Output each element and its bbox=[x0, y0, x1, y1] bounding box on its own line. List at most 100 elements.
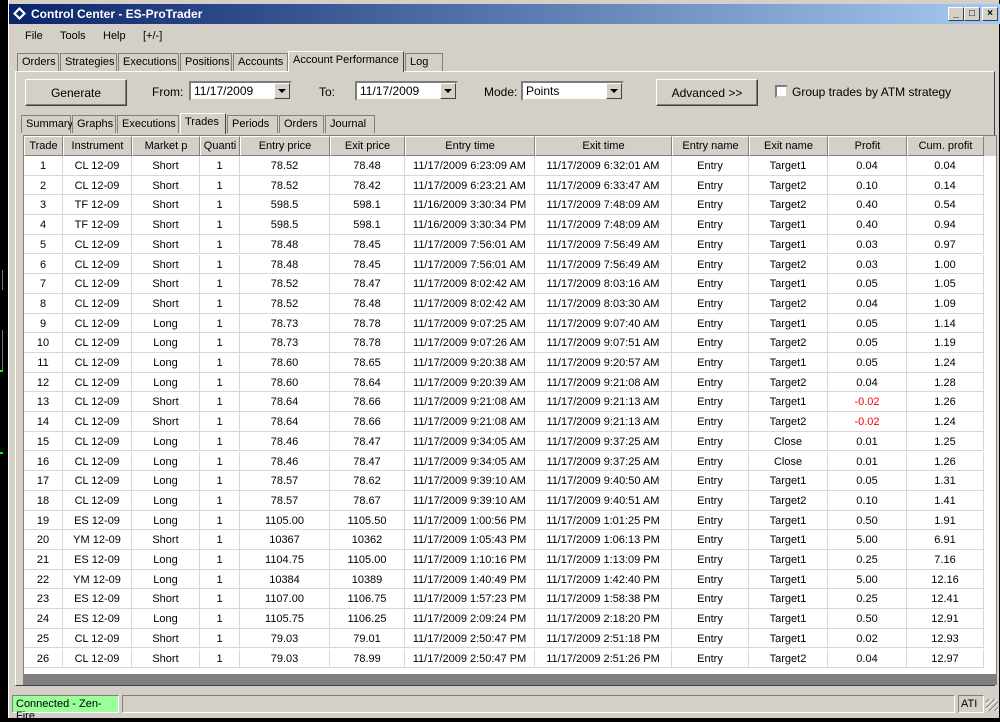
column-header-entry-time[interactable]: Entry time bbox=[405, 136, 535, 156]
cell-entry-name: Entry bbox=[672, 195, 749, 216]
close-button[interactable]: × bbox=[982, 7, 998, 21]
resize-grip-icon[interactable] bbox=[986, 699, 998, 711]
table-row[interactable]: 6 CL 12-09 Short 1 78.48 78.45 11/17/2009 7:56… bbox=[24, 254, 996, 275]
table-row[interactable]: 17 CL 12-09 Long 1 78.57 78.62 11/17/2009 9:39… bbox=[24, 471, 996, 491]
cell-exit-time: 11/17/2009 7:48:09 AM bbox=[535, 215, 672, 235]
minimize-button[interactable]: _ bbox=[948, 7, 964, 21]
cell-profit: 0.04 bbox=[828, 293, 907, 314]
column-header-market-position[interactable]: Market p bbox=[132, 136, 200, 156]
cell-quantity: 1 bbox=[200, 451, 240, 472]
subtab-executions[interactable]: Executions bbox=[117, 115, 179, 133]
advanced-button[interactable]: Advanced >> bbox=[656, 79, 758, 106]
table-row[interactable]: 10 CL 12-09 Long 1 78.73 78.78 11/17/2009 9:07… bbox=[24, 333, 996, 353]
table-row[interactable]: 20 YM 12-09 Short 1 10367 10362 11/17/2009 1:0… bbox=[24, 530, 996, 550]
cell-market-position: Short bbox=[132, 195, 200, 216]
table-row[interactable]: 25 CL 12-09 Short 1 79.03 79.01 11/17/2009 2:5… bbox=[24, 628, 996, 649]
cell-exit-name: Target1 bbox=[749, 234, 828, 255]
subtab-trades[interactable]: Trades bbox=[180, 113, 226, 134]
column-header-exit-time[interactable]: Exit time bbox=[535, 136, 672, 156]
generate-button[interactable]: Generate bbox=[25, 79, 127, 106]
column-header-exit-name[interactable]: Exit name bbox=[749, 136, 828, 156]
subtab-journal[interactable]: Journal bbox=[325, 115, 375, 133]
cell-entry-name: Entry bbox=[672, 353, 749, 373]
table-row[interactable]: 13 CL 12-09 Short 1 78.64 78.66 11/17/2009 9:2… bbox=[24, 392, 996, 413]
cell-quantity: 1 bbox=[200, 156, 240, 176]
table-row[interactable]: 12 CL 12-09 Long 1 78.60 78.64 11/17/2009 9:20… bbox=[24, 372, 996, 393]
table-row[interactable]: 24 ES 12-09 Long 1 1105.75 1106.25 11/17/2009 … bbox=[24, 609, 996, 629]
table-row[interactable]: 2 CL 12-09 Short 1 78.52 78.42 11/17/2009 6:23… bbox=[24, 175, 996, 196]
menu-file[interactable]: File bbox=[25, 30, 43, 42]
menu-help[interactable]: Help bbox=[103, 30, 126, 42]
cell-exit-time: 11/17/2009 9:40:50 AM bbox=[535, 471, 672, 491]
cell-exit-price: 78.99 bbox=[330, 648, 405, 669]
maximize-button[interactable]: □ bbox=[964, 7, 980, 21]
tab-orders[interactable]: Orders bbox=[17, 53, 59, 71]
table-row[interactable]: 1 CL 12-09 Short 1 78.52 78.48 11/17/2009 6:23… bbox=[24, 156, 996, 176]
table-row[interactable]: 8 CL 12-09 Short 1 78.52 78.48 11/17/2009 8:02… bbox=[24, 293, 996, 314]
title-bar[interactable]: Control Center - ES-ProTrader _ □ × bbox=[9, 4, 1000, 24]
chevron-down-icon[interactable] bbox=[274, 83, 290, 99]
column-header-cum-profit[interactable]: Cum. profit bbox=[907, 136, 984, 156]
cell-exit-price: 598.1 bbox=[330, 195, 405, 216]
table-row[interactable]: 7 CL 12-09 Short 1 78.52 78.47 11/17/2009 8:02… bbox=[24, 274, 996, 294]
cell-exit-name: Target2 bbox=[749, 254, 828, 275]
mode-select[interactable]: Points bbox=[521, 81, 624, 101]
cell-instrument: CL 12-09 bbox=[63, 648, 132, 669]
cell-entry-price: 78.60 bbox=[240, 372, 330, 393]
from-date-picker[interactable]: 11/17/2009 bbox=[189, 81, 292, 101]
table-row[interactable]: 9 CL 12-09 Long 1 78.73 78.78 11/17/2009 9:07:… bbox=[24, 313, 996, 334]
to-date-picker[interactable]: 11/17/2009 bbox=[355, 81, 458, 101]
cell-market-position: Short bbox=[132, 175, 200, 196]
cell-market-position: Long bbox=[132, 490, 200, 511]
table-row[interactable]: 21 ES 12-09 Long 1 1104.75 1105.00 11/17/2009 … bbox=[24, 550, 996, 570]
cell-exit-time: 11/17/2009 1:42:40 PM bbox=[535, 569, 672, 590]
tab-executions[interactable]: Executions bbox=[118, 53, 179, 71]
tab-positions[interactable]: Positions bbox=[180, 53, 232, 71]
table-row[interactable]: 18 CL 12-09 Long 1 78.57 78.67 11/17/2009 9:39… bbox=[24, 490, 996, 511]
subtab-periods[interactable]: Periods bbox=[227, 115, 278, 133]
tab-log[interactable]: Log bbox=[405, 53, 443, 71]
cell-entry-price: 79.03 bbox=[240, 648, 330, 669]
chevron-down-icon[interactable] bbox=[606, 83, 622, 99]
group-trades-checkbox[interactable] bbox=[775, 85, 788, 98]
horizontal-scrollbar[interactable] bbox=[23, 675, 997, 685]
column-header-profit[interactable]: Profit bbox=[828, 136, 907, 156]
menu-toggle[interactable]: [+/-] bbox=[143, 30, 162, 42]
table-row[interactable]: 22 YM 12-09 Long 1 10384 10389 11/17/2009 1:40… bbox=[24, 569, 996, 590]
chevron-down-icon[interactable] bbox=[440, 83, 456, 99]
cell-trade: 3 bbox=[24, 195, 63, 216]
column-header-trade[interactable]: Trade bbox=[24, 136, 63, 156]
table-row[interactable]: 23 ES 12-09 Short 1 1107.00 1106.75 11/17/2009… bbox=[24, 589, 996, 610]
tab-accounts[interactable]: Accounts bbox=[233, 53, 288, 71]
cell-market-position: Short bbox=[132, 628, 200, 649]
column-header-quantity[interactable]: Quanti bbox=[200, 136, 240, 156]
cell-exit-price: 78.78 bbox=[330, 313, 405, 334]
table-row[interactable]: 16 CL 12-09 Long 1 78.46 78.47 11/17/2009 9:34… bbox=[24, 451, 996, 472]
cell-cum-profit: 6.91 bbox=[907, 530, 984, 550]
tab-account-performance[interactable]: Account Performance bbox=[288, 51, 404, 72]
cell-exit-time: 11/17/2009 9:20:57 AM bbox=[535, 353, 672, 373]
menu-tools[interactable]: Tools bbox=[60, 30, 86, 42]
cell-entry-time: 11/17/2009 1:05:43 PM bbox=[405, 530, 535, 550]
table-row[interactable]: 11 CL 12-09 Long 1 78.60 78.65 11/17/2009 9:20… bbox=[24, 353, 996, 373]
cell-entry-name: Entry bbox=[672, 333, 749, 353]
cell-trade: 22 bbox=[24, 569, 63, 590]
tab-strategies[interactable]: Strategies bbox=[60, 53, 117, 71]
table-row[interactable]: 19 ES 12-09 Long 1 1105.00 1105.50 11/17/2009 … bbox=[24, 510, 996, 531]
table-row[interactable]: 26 CL 12-09 Short 1 79.03 78.99 11/17/2009 2:5… bbox=[24, 648, 996, 669]
subtab-orders[interactable]: Orders bbox=[279, 115, 324, 133]
table-row[interactable]: 14 CL 12-09 Short 1 78.64 78.66 11/17/2009 9:2… bbox=[24, 412, 996, 432]
table-row[interactable]: 5 CL 12-09 Short 1 78.48 78.45 11/17/2009 7:56… bbox=[24, 234, 996, 255]
column-header-entry-price[interactable]: Entry price bbox=[240, 136, 330, 156]
table-row[interactable]: 15 CL 12-09 Long 1 78.46 78.47 11/17/2009 9:34… bbox=[24, 431, 996, 452]
cell-quantity: 1 bbox=[200, 550, 240, 570]
cell-market-position: Long bbox=[132, 451, 200, 472]
column-header-exit-price[interactable]: Exit price bbox=[330, 136, 405, 156]
column-header-entry-name[interactable]: Entry name bbox=[672, 136, 749, 156]
subtab-summary[interactable]: Summary bbox=[21, 115, 73, 133]
subtab-graphs[interactable]: Graphs bbox=[72, 115, 116, 133]
table-row[interactable]: 3 TF 12-09 Short 1 598.5 598.1 11/16/2009 3:30… bbox=[24, 195, 996, 216]
column-header-instrument[interactable]: Instrument bbox=[63, 136, 132, 156]
cell-cum-profit: 12.91 bbox=[907, 609, 984, 629]
table-row[interactable]: 4 TF 12-09 Short 1 598.5 598.1 11/16/2009 3:30… bbox=[24, 215, 996, 235]
